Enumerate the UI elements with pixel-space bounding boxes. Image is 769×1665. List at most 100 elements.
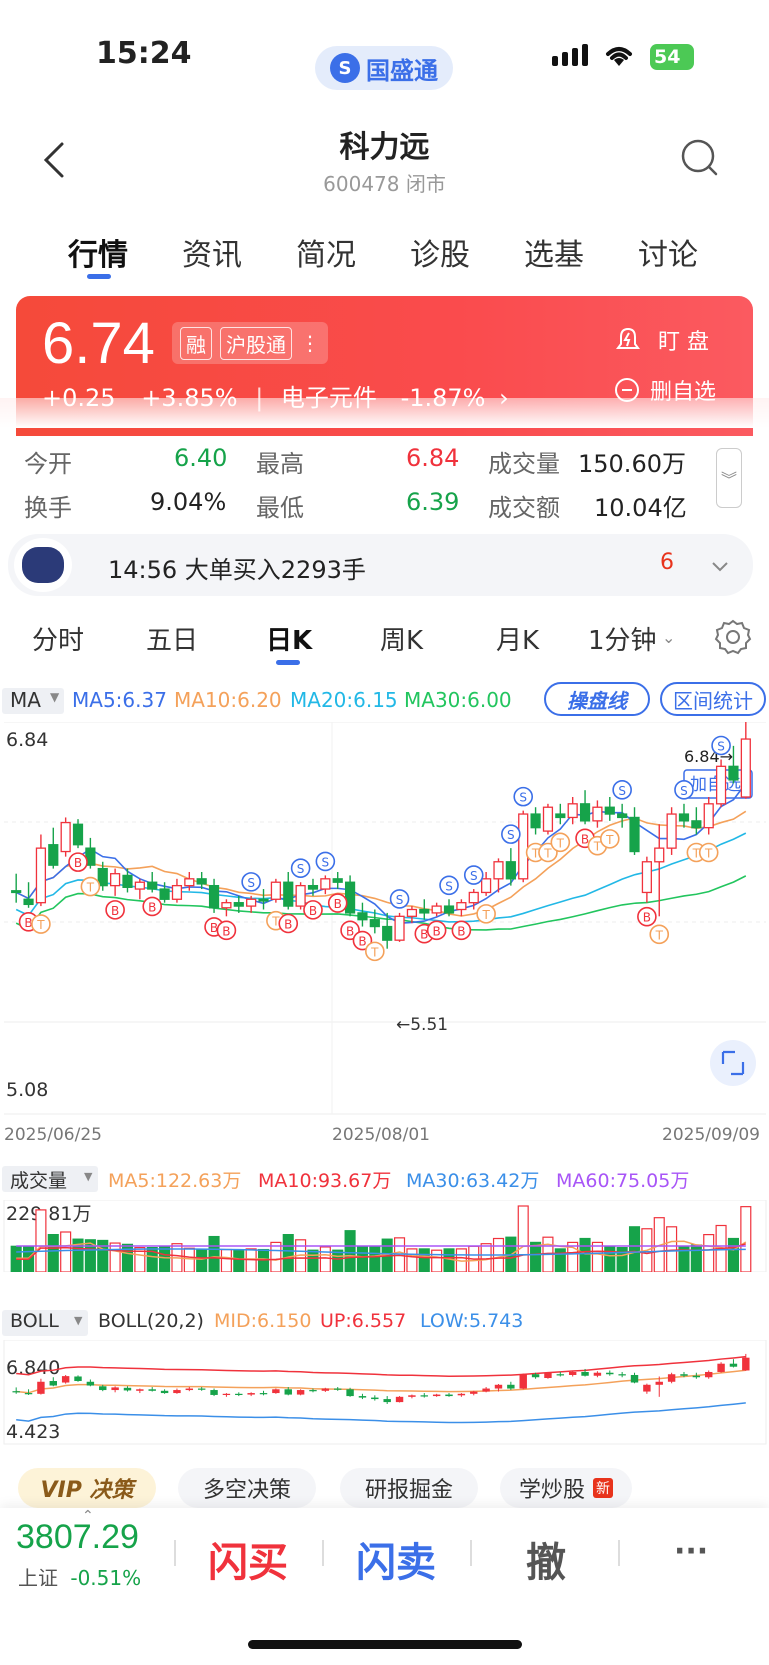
candle-body	[382, 925, 393, 941]
boll-candle-body	[420, 1395, 428, 1397]
ma-label: MA	[10, 688, 41, 712]
chevron-right-icon[interactable]: ›	[499, 384, 509, 412]
flash-buy-button[interactable]: 闪买	[208, 1530, 288, 1588]
search-icon[interactable]	[680, 138, 720, 182]
boll-candle-body	[618, 1374, 626, 1376]
boll-chart[interactable]: 6.840 4.423	[0, 1340, 769, 1446]
nav-bar: 科力远 600478 闭市	[0, 110, 769, 210]
main-tabs: 行情 资讯 简况 诊股 选基 讨论	[0, 222, 769, 282]
vol-ma60: MA60:75.05万	[556, 1170, 690, 1192]
tab-weekly-k[interactable]: 周K	[380, 620, 423, 657]
signal-marker-label: B	[358, 935, 366, 949]
volume-bar	[47, 1233, 59, 1272]
double-chevron-down-icon: ︾	[720, 470, 737, 489]
tab-quote[interactable]: 行情	[68, 230, 128, 274]
tab-profile[interactable]: 简况	[296, 230, 356, 274]
boll-candle-body	[630, 1374, 639, 1383]
sector-name[interactable]: 电子元件	[281, 384, 377, 412]
range-stats-button[interactable]: 区间统计	[660, 682, 766, 716]
price-change: +0.25	[42, 384, 116, 412]
boll-candle-body	[729, 1363, 738, 1367]
chevron-down-icon[interactable]	[710, 560, 730, 574]
learn-trading-tab[interactable]: 学炒股 新	[500, 1468, 632, 1508]
tab-one-minute[interactable]: 1分钟	[588, 620, 657, 657]
boll-candle-body	[160, 1390, 169, 1394]
cancel-order-button[interactable]: 撤	[526, 1530, 566, 1588]
signal-marker-label: S	[297, 862, 305, 876]
signal-marker-label: T	[556, 836, 565, 850]
robot-avatar-icon	[14, 538, 72, 592]
turnover-label: 换手	[24, 494, 72, 522]
candle-body	[468, 891, 479, 904]
boll-candle-body	[593, 1372, 602, 1376]
tab-news[interactable]: 资讯	[182, 230, 242, 274]
app-pill[interactable]: S 国盛通	[315, 46, 453, 90]
candle-body	[604, 806, 615, 815]
candle-body	[406, 908, 418, 917]
kline-chart[interactable]: 6.84 5.08 6.84→ ←5.51 加自选 B TBTB BB BST BSBS…	[0, 722, 769, 1142]
signal-marker-label: B	[334, 897, 342, 911]
tag-box[interactable]: 融 沪股通 ⋮	[172, 322, 328, 364]
volume-bar	[579, 1237, 591, 1272]
research-tab[interactable]: 研报掘金	[340, 1468, 478, 1508]
volume-bar	[319, 1246, 331, 1272]
boll-candle-body	[99, 1386, 107, 1391]
boll-legend: BOLL ▼ BOLL(20,2) MID:6.150 UP:6.557 LOW…	[0, 1308, 769, 1338]
boll-candle-body	[667, 1374, 676, 1382]
tab-discuss[interactable]: 讨论	[638, 230, 698, 274]
more-button[interactable]: ···	[674, 1534, 708, 1569]
trade-line-button[interactable]: 操盘线	[544, 682, 650, 716]
boll-candle-body	[74, 1376, 82, 1382]
fullscreen-button[interactable]	[710, 1040, 756, 1086]
signal-marker-label: S	[680, 784, 688, 798]
boll-candle-body	[12, 1391, 20, 1393]
cellular-signal-icon	[552, 44, 588, 66]
volume-label: 成交量	[10, 1170, 68, 1192]
volume-chart[interactable]: 229.81万	[0, 1200, 769, 1272]
candle-body	[246, 898, 257, 907]
candle-body	[48, 844, 59, 866]
battery-level: 54	[654, 46, 681, 68]
tab-five-day[interactable]: 五日	[146, 620, 198, 657]
vip-decision-tab[interactable]: VIP 决策	[18, 1468, 156, 1508]
volume-bar	[97, 1239, 109, 1272]
candle-body	[72, 823, 84, 846]
expand-stats-button[interactable]: ︾	[716, 448, 742, 508]
boll-candle-body	[210, 1390, 218, 1395]
tab-diagnose[interactable]: 诊股	[410, 230, 470, 274]
x-date-start: 2025/06/25	[4, 1125, 102, 1142]
candle-body	[678, 813, 690, 822]
candle-body	[134, 881, 145, 890]
flash-sell-button[interactable]: 闪卖	[356, 1530, 436, 1588]
boll-candle-body	[383, 1399, 391, 1403]
gear-icon[interactable]	[714, 618, 752, 656]
candle-body	[344, 881, 356, 914]
candle-body	[233, 902, 244, 907]
signal-marker-label: S	[445, 879, 453, 893]
boll-candle-body	[470, 1391, 478, 1394]
volume-bar	[727, 1237, 739, 1272]
boll-candle-body	[531, 1374, 540, 1378]
long-short-tab[interactable]: 多空决策	[178, 1468, 316, 1508]
index-value[interactable]: 3807.29	[16, 1518, 139, 1557]
signal-marker-label: S	[618, 784, 626, 798]
delete-favorite-button[interactable]: 删自选	[614, 374, 716, 406]
big-order-text: 14:56 大单买入2293手	[108, 556, 366, 584]
dropdown-triangle-icon: ▼	[84, 1170, 93, 1183]
tab-monthly-k[interactable]: 月K	[496, 620, 539, 657]
volume-value: 150.60万	[578, 450, 686, 478]
turnover-value: 9.04%	[150, 488, 227, 516]
watch-button[interactable]: 盯 盘	[612, 324, 709, 356]
tab-daily-k[interactable]: 日K	[266, 620, 312, 657]
candle-body	[159, 888, 170, 900]
boll-candle-body	[482, 1388, 490, 1392]
candle-body	[629, 816, 640, 853]
home-indicator	[248, 1640, 522, 1649]
high-value: 6.84	[406, 444, 460, 472]
vol-ma30: MA30:63.42万	[406, 1170, 540, 1192]
volume-bar	[109, 1242, 121, 1272]
tab-intraday[interactable]: 分时	[32, 620, 84, 657]
candle-body	[307, 884, 319, 890]
tab-funds[interactable]: 选基	[524, 230, 584, 274]
boll-low-line	[16, 1402, 746, 1424]
